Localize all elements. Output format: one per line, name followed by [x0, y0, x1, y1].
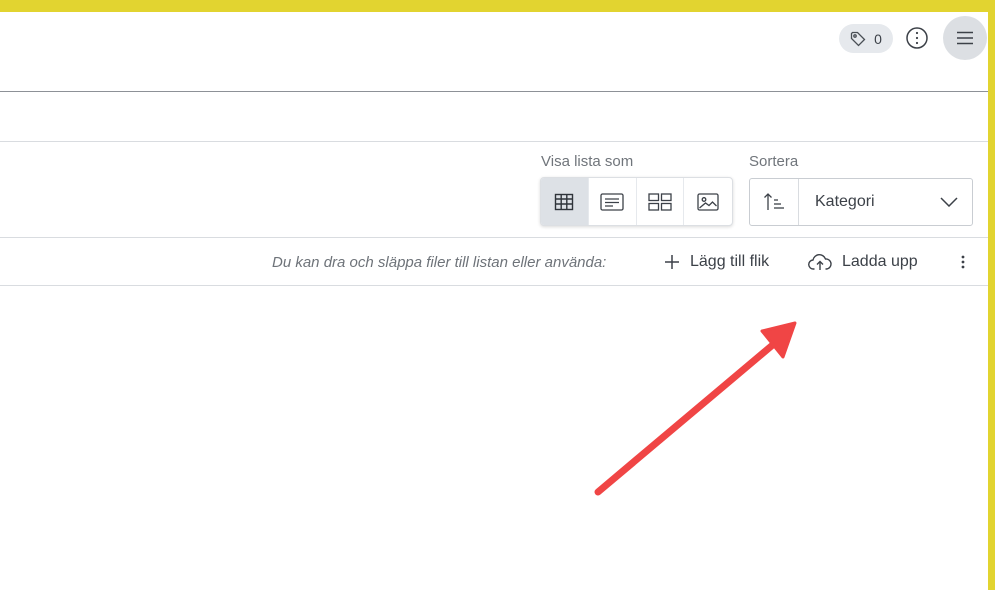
drag-drop-hint: Du kan dra och släppa filer till listan … [272, 254, 607, 271]
view-gallery-button[interactable] [684, 178, 732, 225]
view-mode-label: Visa lista som [541, 153, 634, 170]
text-list-icon [600, 192, 624, 211]
add-tab-label: Lägg till flik [690, 253, 770, 270]
view-table-button[interactable] [541, 178, 589, 225]
kebab-menu-icon [961, 255, 965, 269]
hamburger-menu-icon [957, 31, 973, 45]
more-actions-button[interactable] [952, 250, 974, 274]
view-tiles-button[interactable] [637, 178, 685, 225]
sort-field-value: Kategori [815, 193, 875, 210]
cloud-upload-icon [808, 254, 832, 270]
upload-label: Ladda upp [842, 253, 918, 270]
image-gallery-icon [697, 192, 719, 211]
highlight-border-top [0, 0, 995, 12]
more-vertical-circle-icon [906, 27, 928, 49]
sort-ascending-icon [764, 193, 784, 210]
highlight-border-right [988, 0, 995, 590]
view-mode-toggle [540, 177, 733, 226]
sort-control: Kategori [749, 178, 973, 226]
list-controls: Visa lista som Sortera Kategori [0, 142, 988, 238]
more-info-button[interactable] [895, 16, 939, 60]
main-menu-button[interactable] [943, 16, 987, 60]
upload-button[interactable]: Ladda upp [808, 248, 918, 276]
sort-field-select[interactable]: Kategori [799, 179, 972, 225]
app-header: 0 [0, 12, 988, 92]
tiles-icon [648, 192, 672, 211]
tag-count: 0 [874, 30, 882, 47]
sort-direction-button[interactable] [750, 179, 799, 225]
table-grid-icon [555, 193, 574, 210]
tag-counter-button[interactable]: 0 [839, 24, 893, 53]
view-list-button[interactable] [589, 178, 637, 225]
add-tab-button[interactable]: Lägg till flik [664, 248, 769, 276]
list-action-bar: Du kan dra och släppa filer till listan … [0, 238, 988, 286]
plus-icon [665, 255, 679, 269]
chevron-down-icon [940, 197, 958, 207]
sort-label: Sortera [749, 153, 799, 170]
subheader-strip [0, 93, 988, 142]
tag-icon [850, 31, 866, 46]
